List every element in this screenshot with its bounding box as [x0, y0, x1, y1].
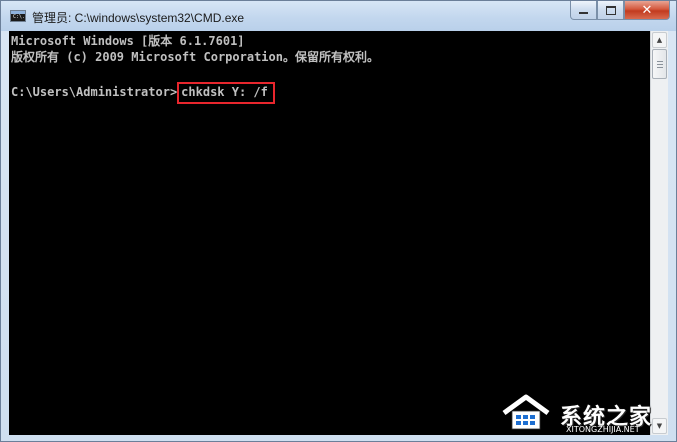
maximize-button[interactable] — [597, 1, 624, 20]
vertical-scrollbar[interactable]: ▲ ▼ — [650, 31, 668, 435]
maximize-icon — [605, 5, 616, 15]
cmd-app-icon[interactable]: C:\. — [10, 10, 26, 22]
console-version-line: Microsoft Windows [版本 6.1.7601] — [11, 34, 245, 48]
command-prompt: C:\Users\Administrator> — [11, 85, 178, 99]
scroll-up-button[interactable]: ▲ — [652, 32, 667, 48]
console-copyright-line: 版权所有 (c) 2009 Microsoft Corporation。保留所有… — [11, 50, 379, 64]
console-output[interactable]: Microsoft Windows [版本 6.1.7601] 版权所有 (c)… — [9, 31, 650, 435]
close-icon: ✕ — [641, 2, 653, 18]
close-button[interactable]: ✕ — [624, 1, 670, 20]
console-prompt-line: C:\Users\Administrator> chkdsk Y: /f — [11, 82, 275, 104]
caption-buttons: ✕ — [570, 1, 670, 21]
arrow-up-icon: ▲ — [656, 36, 663, 44]
site-watermark: 系统之家 XITONGZHIJIA.NET — [500, 393, 670, 437]
minimize-icon — [579, 11, 588, 14]
cmd-window: C:\. 管理员: C:\windows\system32\CMD.exe ✕ … — [0, 0, 677, 442]
house-logo-icon — [502, 394, 550, 430]
scrollbar-thumb[interactable] — [652, 49, 667, 79]
title-bar[interactable]: C:\. 管理员: C:\windows\system32\CMD.exe ✕ — [1, 1, 676, 31]
highlighted-command: chkdsk Y: /f — [177, 82, 275, 104]
minimize-button[interactable] — [570, 1, 597, 20]
watermark-url: XITONGZHIJIA.NET — [566, 425, 640, 434]
window-title: 管理员: C:\windows\system32\CMD.exe — [32, 11, 245, 25]
